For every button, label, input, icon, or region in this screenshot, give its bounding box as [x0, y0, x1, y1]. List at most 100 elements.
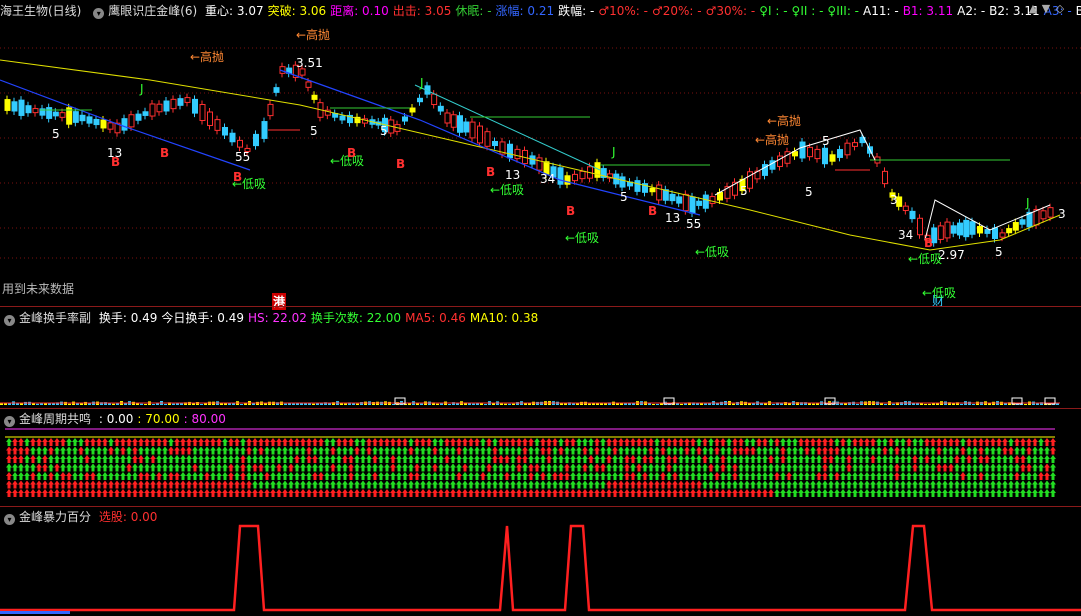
cycle-arrow	[732, 455, 738, 463]
cycle-arrow	[786, 472, 792, 480]
candle-body	[579, 170, 586, 180]
cycle-arrow	[354, 446, 360, 455]
cycle-arrow	[390, 480, 396, 489]
cycle-arrow	[450, 463, 456, 472]
cycle-arrow	[498, 489, 504, 497]
cycle-arrow	[906, 446, 912, 455]
cycle-arrow	[882, 455, 888, 463]
b-marker-6: B	[566, 204, 576, 218]
candle-body	[207, 111, 213, 126]
cycle-arrow	[810, 489, 816, 497]
cycle-arrow	[690, 463, 696, 472]
cycle-arrow	[948, 480, 954, 489]
cycle-arrow	[570, 446, 576, 455]
cycle-arrow	[186, 480, 192, 489]
cycle-arrow	[96, 446, 102, 455]
cycle-arrow	[504, 438, 510, 446]
candle-body	[1047, 207, 1054, 218]
cycle-arrow	[600, 489, 606, 497]
cycle-arrow	[336, 455, 342, 463]
turnover-bar	[972, 403, 975, 405]
cycle-arrow	[384, 455, 390, 463]
cycle-arrow	[630, 480, 636, 489]
cycle-arrow	[630, 463, 636, 472]
burst-chart[interactable]	[0, 506, 1081, 614]
cycle-arrow	[192, 438, 198, 446]
cycle-arrow	[234, 489, 240, 497]
cycle-arrow	[798, 472, 804, 480]
cycle-arrow	[504, 446, 510, 455]
cycle-arrow	[288, 446, 294, 455]
cycle-arrow	[390, 472, 396, 480]
cycle-arrow	[780, 455, 786, 463]
cycle-arrow	[792, 472, 798, 480]
cycle-arrow	[528, 463, 534, 472]
cycle-arrow	[858, 455, 864, 463]
cycle-arrow	[612, 446, 618, 455]
cycle-arrow	[888, 446, 894, 455]
cycle-arrow	[642, 438, 648, 446]
cycle-arrow	[570, 480, 576, 489]
cycle-arrow	[732, 446, 738, 455]
cycle-arrow	[780, 489, 786, 497]
cycle-arrow	[396, 455, 402, 463]
cycle-arrow	[24, 472, 30, 480]
cycle-chart[interactable]	[0, 408, 1081, 508]
count-label-6: 34	[540, 172, 556, 186]
cycle-arrow	[318, 489, 324, 497]
cycle-arrow	[720, 455, 726, 463]
cycle-arrow	[966, 438, 972, 446]
cycle-arrow	[282, 489, 288, 497]
cycle-arrow	[852, 472, 858, 480]
cycle-arrow	[660, 489, 666, 497]
cycle-arrow	[936, 463, 942, 472]
cycle-arrow	[804, 455, 810, 463]
count-label-1: 13	[107, 146, 123, 160]
cycle-arrow	[912, 446, 918, 455]
cycle-arrow	[156, 463, 162, 472]
cycle-arrow	[402, 455, 408, 463]
cycle-arrow	[516, 438, 522, 446]
cycle-arrow	[12, 463, 18, 472]
candle-body	[984, 229, 991, 234]
cycle-arrow	[840, 446, 846, 455]
turnover-bar	[316, 403, 319, 405]
cycle-arrow	[414, 472, 420, 480]
turnover-bar	[440, 403, 443, 405]
cycle-arrow	[378, 489, 384, 497]
cycle-arrow	[954, 472, 960, 480]
cycle-arrow	[510, 480, 516, 489]
cycle-arrow	[750, 438, 756, 446]
cycle-arrow	[1020, 438, 1026, 446]
cycle-arrow	[792, 480, 798, 489]
cycle-arrow	[1008, 480, 1014, 489]
cycle-arrow	[360, 489, 366, 497]
candle-body	[514, 148, 521, 160]
turnover-chart[interactable]	[0, 308, 1081, 408]
cycle-arrow	[660, 472, 666, 480]
cycle-arrow	[54, 455, 60, 463]
cycle-arrow	[42, 455, 48, 463]
cycle-arrow	[276, 455, 282, 463]
cycle-arrow	[918, 489, 924, 497]
candle-body	[484, 131, 491, 147]
cycle-arrow	[960, 480, 966, 489]
cycle-arrow	[684, 489, 690, 497]
cycle-arrow	[1014, 480, 1020, 489]
cycle-arrow	[576, 463, 582, 472]
candle-body	[917, 217, 923, 236]
cycle-arrow	[150, 489, 156, 497]
cycle-arrow	[888, 455, 894, 463]
cycle-arrow	[486, 463, 492, 472]
cycle-arrow	[522, 480, 528, 489]
cycle-arrow	[816, 438, 822, 446]
cycle-arrow	[42, 472, 48, 480]
turnover-bar	[360, 402, 363, 405]
cycle-arrow	[102, 438, 108, 446]
turnover-bar	[152, 403, 155, 405]
cycle-arrow	[900, 455, 906, 463]
cycle-arrow	[1002, 480, 1008, 489]
cycle-arrow	[450, 446, 456, 455]
cycle-arrow	[378, 446, 384, 455]
turnover-bar	[252, 403, 255, 405]
